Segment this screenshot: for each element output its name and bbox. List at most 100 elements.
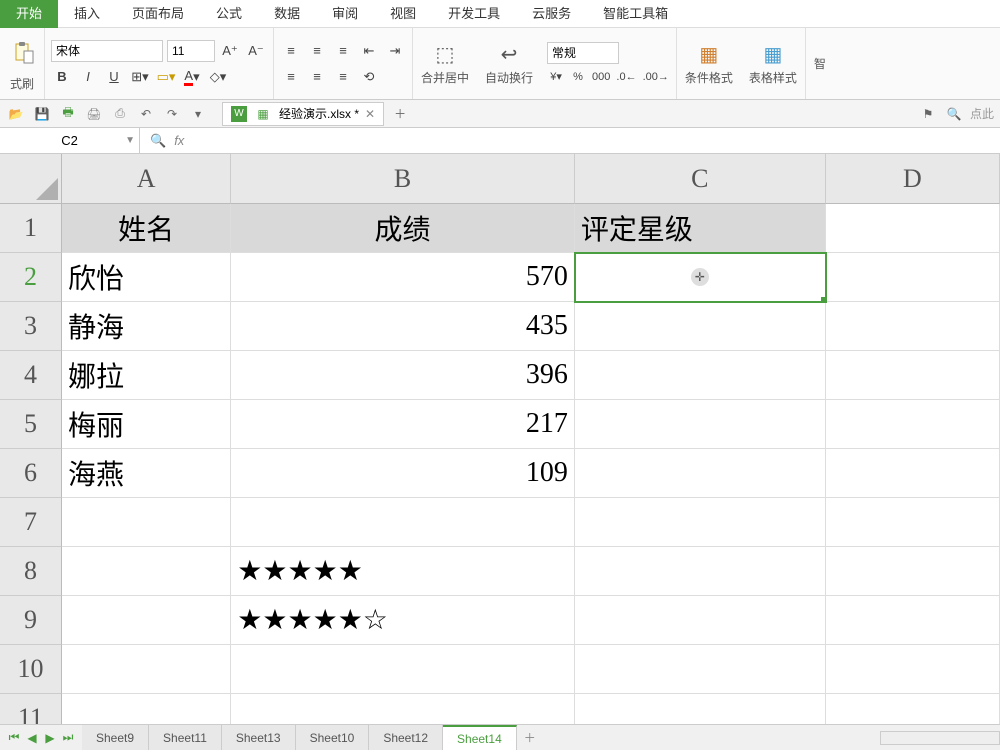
italic-icon[interactable]: I [77,66,99,88]
comma-icon[interactable]: 000 [591,68,611,86]
redo-icon[interactable]: ↷ [162,104,182,124]
add-sheet-icon[interactable]: ＋ [517,729,543,746]
row-header-6[interactable]: 6 [0,449,62,498]
cell-B10[interactable] [231,645,575,694]
sheet-tab-Sheet9[interactable]: Sheet9 [82,725,149,750]
cell-B4[interactable]: 396 [231,351,575,400]
align-right-icon[interactable]: ≡ [332,66,354,88]
row-header-8[interactable]: 8 [0,547,62,596]
conditional-format-button[interactable]: ▦ 条件格式 [677,28,741,99]
bold-icon[interactable]: B [51,66,73,88]
menu-item-6[interactable]: 视图 [374,0,432,28]
cell-C5[interactable] [575,400,826,449]
close-tab-icon[interactable]: ✕ [365,107,375,121]
decrease-decimal-icon[interactable]: .0← [615,68,637,86]
currency-icon[interactable]: ¥▾ [547,68,565,86]
cell-D5[interactable] [826,400,1000,449]
align-left-icon[interactable]: ≡ [280,66,302,88]
sheet-tab-Sheet12[interactable]: Sheet12 [369,725,443,750]
select-all-corner[interactable] [0,154,62,204]
cell-B11[interactable] [231,694,575,724]
row-header-5[interactable]: 5 [0,400,62,449]
menu-item-2[interactable]: 页面布局 [116,0,200,28]
sheet-tab-Sheet11[interactable]: Sheet11 [149,725,222,750]
decrease-font-icon[interactable]: A⁻ [245,40,267,62]
borders-icon[interactable]: ⊞▾ [129,66,151,88]
flag-icon[interactable]: ⚑ [918,104,938,124]
cancel-formula-icon[interactable]: 🔍 [150,133,166,149]
paste-button[interactable] [10,35,38,71]
cell-C4[interactable] [575,351,826,400]
fx-icon[interactable]: fx [174,133,184,148]
name-box-dropdown-icon[interactable]: ▼ [125,135,135,146]
cell-C10[interactable] [575,645,826,694]
cell-A8[interactable] [62,547,231,596]
row-header-3[interactable]: 3 [0,302,62,351]
save-icon[interactable]: 💾 [32,104,52,124]
cell-C2[interactable]: ✛ [575,253,826,302]
cell-A10[interactable] [62,645,231,694]
cell-C6[interactable] [575,449,826,498]
font-color-icon[interactable]: A▾ [181,66,203,88]
cell-A2[interactable]: 欣怡 [62,253,231,302]
cell-B3[interactable]: 435 [231,302,575,351]
sheet-tab-Sheet10[interactable]: Sheet10 [296,725,370,750]
format-painter-label[interactable]: 式刷 [10,75,38,92]
cell-B2[interactable]: 570 [231,253,575,302]
formula-input[interactable] [194,129,1000,153]
align-top-icon[interactable]: ≡ [280,40,302,62]
indent-decrease-icon[interactable]: ⇤ [358,40,380,62]
increase-decimal-icon[interactable]: .00→ [642,68,670,86]
indent-increase-icon[interactable]: ⇥ [384,40,406,62]
table-style-button[interactable]: ▦ 表格样式 [741,28,805,99]
cell-B6[interactable]: 109 [231,449,575,498]
cell-A4[interactable]: 娜拉 [62,351,231,400]
print-preview-icon[interactable]: 🖶 [58,104,78,124]
row-header-10[interactable]: 10 [0,645,62,694]
cell-A7[interactable] [62,498,231,547]
cell-D10[interactable] [826,645,1000,694]
cell-B7[interactable] [231,498,575,547]
cell-C11[interactable] [575,694,826,724]
percent-icon[interactable]: % [569,68,587,86]
cell-C3[interactable] [575,302,826,351]
cell-A11[interactable] [62,694,231,724]
smart-button[interactable]: 智 [805,28,834,99]
cell-A3[interactable]: 静海 [62,302,231,351]
cell-D4[interactable] [826,351,1000,400]
menu-item-3[interactable]: 公式 [200,0,258,28]
cell-D9[interactable] [826,596,1000,645]
align-bottom-icon[interactable]: ≡ [332,40,354,62]
cell-A9[interactable] [62,596,231,645]
cell-B1[interactable]: 成绩 [231,204,575,253]
cell-C1[interactable]: 评定星级 [575,204,826,253]
row-header-7[interactable]: 7 [0,498,62,547]
increase-font-icon[interactable]: A⁺ [219,40,241,62]
cell-D6[interactable] [826,449,1000,498]
sheet-nav-prev-icon[interactable]: ◀ [24,730,40,746]
menu-item-5[interactable]: 审阅 [316,0,374,28]
menu-item-0[interactable]: 开始 [0,0,58,28]
sheet-tab-Sheet14[interactable]: Sheet14 [443,725,517,750]
cell-A1[interactable]: 姓名 [62,204,231,253]
menu-item-1[interactable]: 插入 [58,0,116,28]
col-header-B[interactable]: B [231,154,575,204]
sheet-nav-first-icon[interactable]: ⏮ [6,730,22,746]
col-header-D[interactable]: D [826,154,1000,204]
row-header-2[interactable]: 2 [0,253,62,302]
dropdown-icon[interactable]: ▾ [188,104,208,124]
number-format-select[interactable] [547,42,619,64]
cell-C7[interactable] [575,498,826,547]
cell-B9[interactable]: ★★★★★☆ [231,596,575,645]
print-icon[interactable]: 🖨 [84,104,104,124]
font-size-select[interactable] [167,40,215,62]
undo-icon[interactable]: ↶ [136,104,156,124]
row-header-9[interactable]: 9 [0,596,62,645]
row-header-11[interactable]: 11 [0,694,62,724]
name-box[interactable]: ▼ [0,128,140,154]
horizontal-scrollbar[interactable] [880,731,1000,745]
sheet-nav-next-icon[interactable]: ▶ [42,730,58,746]
cell-B8[interactable]: ★★★★★ [231,547,575,596]
sheet-tab-Sheet13[interactable]: Sheet13 [222,725,296,750]
search-hint[interactable]: 点此 [970,105,994,122]
